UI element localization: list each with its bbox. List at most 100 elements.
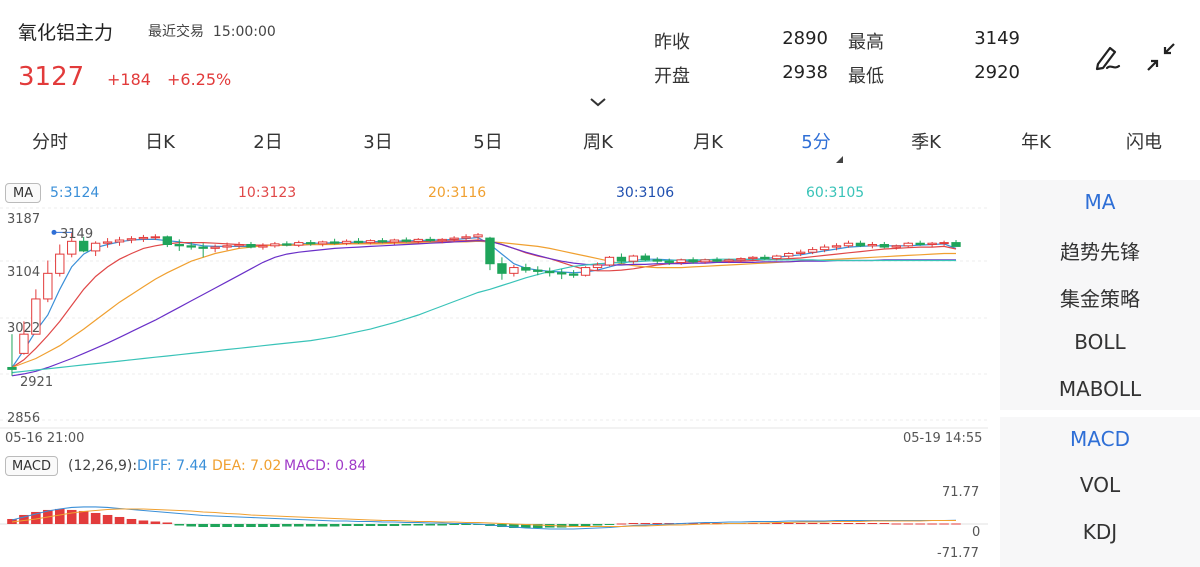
tab-1[interactable]: 日K [145, 128, 175, 154]
candle-body [473, 234, 483, 238]
sidebar-item-ma[interactable]: MA [1000, 190, 1200, 214]
ma-legend-item: 30:3106 [616, 185, 675, 201]
macd-bar [843, 522, 854, 524]
macd-bar [114, 516, 125, 524]
candle-body [604, 256, 615, 266]
candle-body [748, 256, 758, 260]
candle-body [568, 273, 579, 276]
candle-body [712, 259, 722, 262]
macd-bar [819, 522, 830, 524]
price-change-pct: +6.25% [167, 70, 232, 89]
candle-body [138, 236, 149, 240]
pen-icon[interactable] [1090, 40, 1124, 74]
prev-close-value: 2890 [782, 28, 828, 49]
tab-5[interactable]: 周K [583, 128, 613, 154]
macd-bar [150, 521, 161, 524]
tab-4[interactable]: 5日 [473, 128, 502, 154]
candle-body [545, 270, 555, 274]
macd-bar [102, 514, 113, 524]
collapse-icon[interactable] [1144, 40, 1178, 74]
candle-body [126, 238, 137, 241]
macd-bar [210, 524, 220, 528]
macd-bar [425, 524, 436, 526]
tab-8[interactable]: 季K [911, 128, 941, 154]
tab-6[interactable]: 月K [693, 128, 723, 154]
candle-body [174, 244, 184, 247]
candle-body [449, 237, 459, 240]
macd-axis-top: 71.77 [942, 485, 980, 500]
candle-body [688, 259, 698, 263]
macd-bar [258, 524, 268, 528]
macd-bar [353, 524, 364, 527]
candle-body [234, 244, 244, 247]
macd-bar [891, 523, 902, 525]
y-axis-label: 3022 [7, 321, 41, 336]
sidebar-item-maboll[interactable]: MABOLL [1000, 377, 1200, 401]
y-axis-label-bottom: 2856 [7, 411, 41, 426]
sidebar-item-boll[interactable]: BOLL [1000, 330, 1200, 354]
candle-body [437, 238, 447, 242]
prev-close-label: 昨收 [654, 32, 690, 53]
candle-body [55, 253, 65, 274]
kline-chart[interactable] [0, 178, 995, 567]
tab-9[interactable]: 年K [1021, 128, 1051, 154]
macd-bar [341, 524, 352, 527]
price-change: +184 [107, 70, 151, 89]
low-label: 最低 [848, 66, 884, 87]
last-trade-value: 15:00:00 [212, 24, 276, 40]
chevron-down-icon[interactable] [588, 96, 608, 108]
candle-body [102, 241, 113, 244]
sidebar-item-kdj[interactable]: KDJ [1000, 520, 1200, 544]
candle-body [425, 238, 435, 242]
macd-bar [305, 524, 316, 527]
candle-body [78, 240, 89, 252]
sidebar-item-集金策略[interactable]: 集金策略 [1000, 283, 1200, 312]
candle-body [246, 244, 256, 248]
start-time-label: 05-16 21:00 [5, 431, 85, 446]
candle-body [67, 240, 77, 255]
tab-3[interactable]: 3日 [363, 128, 392, 154]
macd-bar [377, 524, 388, 527]
macd-bar [282, 524, 292, 527]
period-dropdown-icon[interactable] [836, 156, 843, 163]
candle-body [843, 242, 854, 247]
candle-body [497, 263, 507, 274]
macd-dea: DEA: 7.02 [212, 458, 282, 474]
candle-body [162, 236, 173, 246]
candle-body [807, 249, 818, 253]
ma-line-ma60 [11, 258, 956, 374]
open-value: 2938 [782, 62, 828, 83]
macd-axis-bottom: -71.77 [937, 546, 979, 561]
sidebar-item-趋势先锋[interactable]: 趋势先锋 [1000, 236, 1200, 265]
sidebar-item-vol[interactable]: VOL [1000, 473, 1200, 497]
macd-bar [270, 524, 280, 528]
max-price-marker: 3149 [60, 227, 94, 242]
candle-body [329, 241, 340, 244]
candle-body [317, 241, 328, 245]
tab-2[interactable]: 2日 [253, 128, 282, 154]
macd-bar [795, 522, 806, 524]
candle-body [879, 244, 890, 248]
candle-body [915, 242, 925, 246]
candle-body [365, 240, 376, 244]
ma-line-ma10 [11, 239, 957, 369]
macd-bar [126, 518, 137, 524]
last-price: 3127 [18, 62, 85, 92]
macd-bar [807, 522, 818, 524]
tab-10[interactable]: 闪电 [1126, 128, 1162, 154]
tab-7[interactable]: 5分 [801, 128, 830, 154]
macd-bar [293, 524, 304, 527]
macd-bar [640, 522, 651, 524]
candle-body [533, 269, 543, 272]
candle-body [760, 256, 770, 260]
macd-bar [951, 523, 961, 525]
tab-0[interactable]: 分时 [32, 128, 68, 154]
quote-header: 氧化铝主力 最近交易 15:00:00 3127 +184 +6.25% 昨收 … [0, 0, 1200, 120]
macd-diff-line [11, 506, 957, 530]
ma-legend-item: 10:3123 [238, 185, 297, 201]
macd-indicator-badge[interactable]: MACD [5, 456, 58, 476]
macd-bar [915, 523, 925, 525]
sidebar-item-macd[interactable]: MACD [1000, 427, 1200, 451]
candle-body [939, 242, 949, 245]
macd-bar [234, 524, 244, 528]
